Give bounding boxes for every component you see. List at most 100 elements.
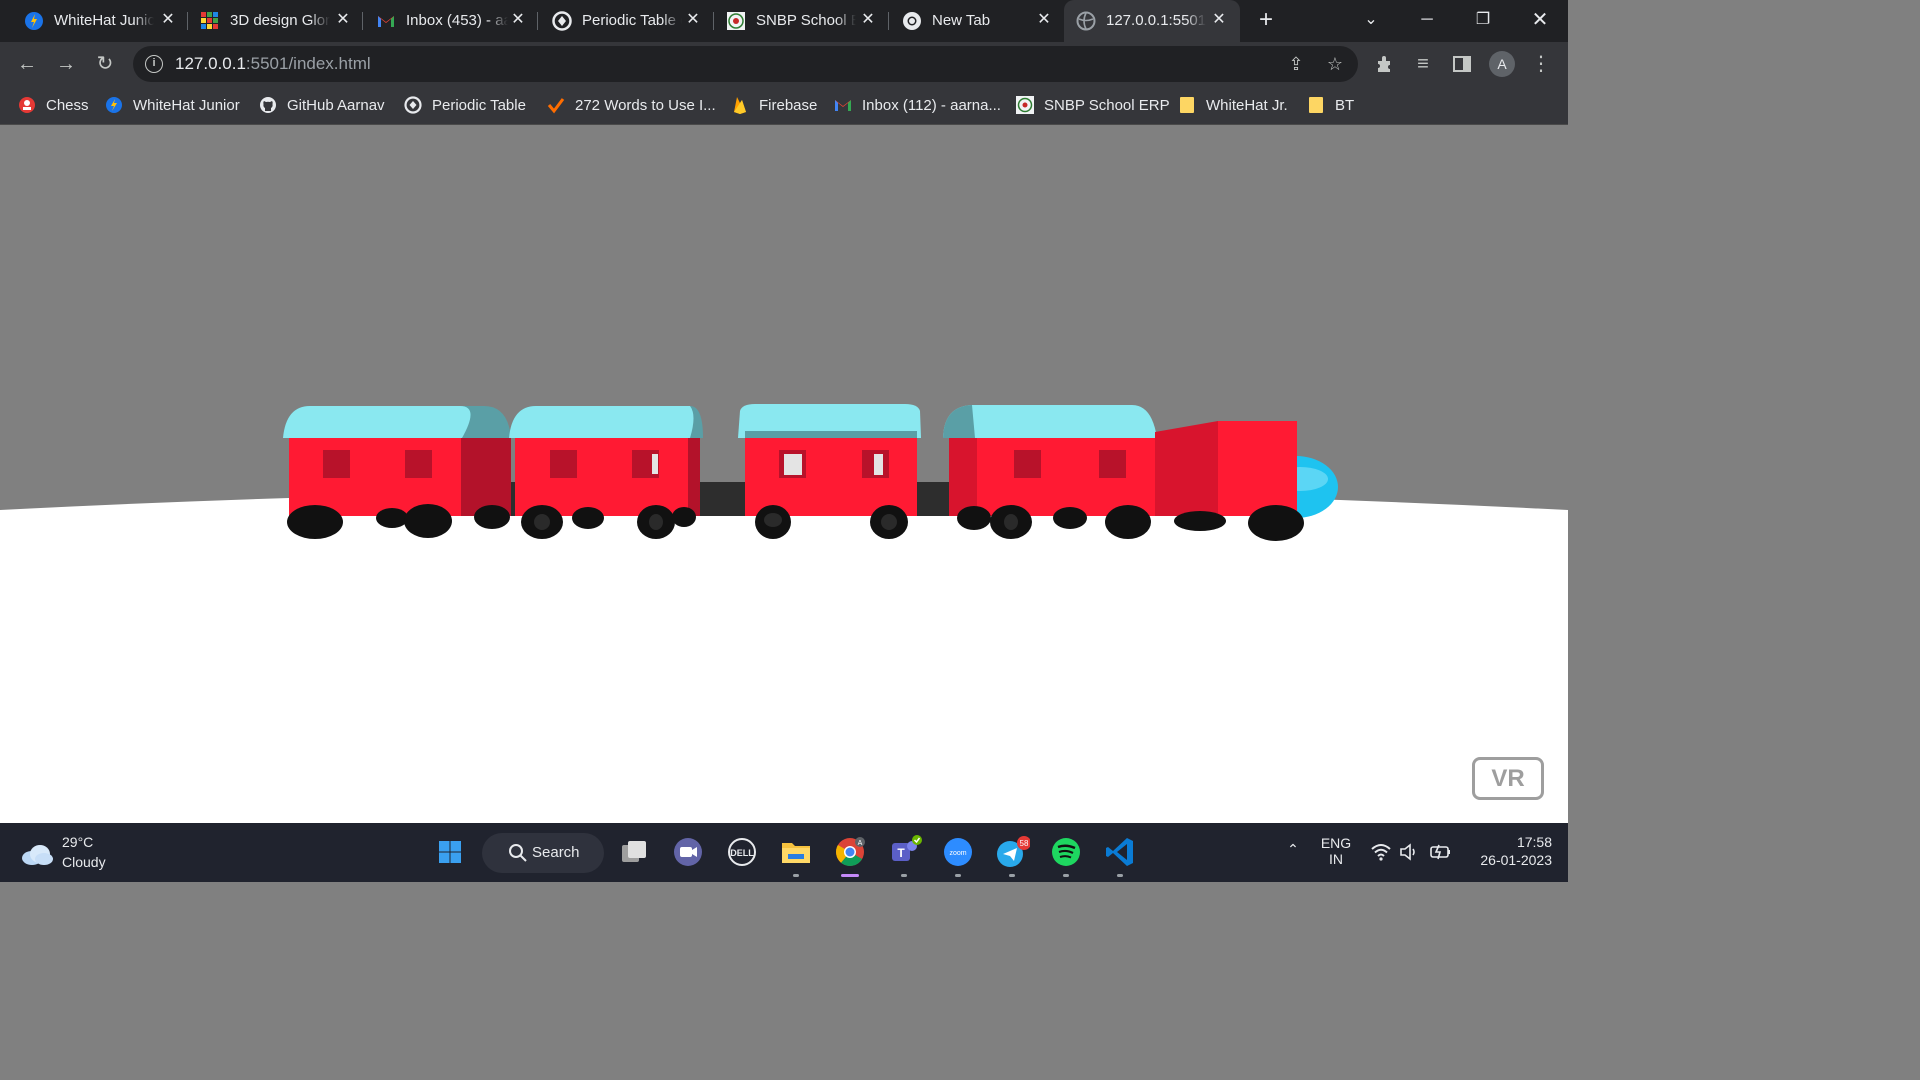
tab-localhost[interactable]: 127.0.0.1:5501/index.html ✕ [1064,0,1240,42]
bookmark-folder-bt[interactable]: BT [1307,94,1354,116]
language-indicator[interactable]: ENG IN [1316,835,1356,867]
folder-icon [1180,97,1194,113]
wheel [1174,511,1226,531]
tab-title: Periodic Table of Elements [582,12,682,29]
tab-snbp[interactable]: SNBP School ERP ✕ [702,0,886,42]
clock[interactable]: 17:58 26-01-2023 [1462,834,1552,868]
close-icon[interactable]: ✕ [1034,10,1054,30]
new-tab-button[interactable]: + [1253,8,1279,34]
browser-toolbar: ← → ↻ i 127.0.0.1:5501/index.html ⇪ ☆ ≡ … [0,42,1568,85]
restore-button[interactable]: ❐ [1468,6,1498,34]
wheel [474,505,510,529]
forward-button[interactable]: → [52,50,80,78]
wheel [376,508,408,528]
close-icon[interactable]: ✕ [1209,10,1229,30]
battery-icon[interactable] [1429,842,1453,862]
webgl-scene[interactable]: VR [0,125,1568,823]
wheel-hub [764,513,782,527]
bookmark-star-icon[interactable]: ☆ [1323,52,1347,76]
car-side [686,438,700,516]
bookmark-chess[interactable]: Chess [18,94,89,116]
spotify-icon[interactable] [1048,834,1084,870]
tab-inbox[interactable]: Inbox (453) - aarnav ✕ [352,0,536,42]
car-body [289,438,461,516]
minimize-button[interactable]: ─ [1412,6,1442,34]
whitehat-icon [25,12,43,30]
tab-title: 3D design Glorious [230,12,330,29]
tinkercad-icon [201,12,218,29]
tray-overflow-icon[interactable]: ⌃ [1282,841,1304,863]
bookmark-folder-whitehat[interactable]: WhiteHat Jr. [1178,94,1288,116]
menu-icon[interactable]: ⋮ [1527,50,1555,78]
globe-icon [1076,11,1096,31]
tab-strip: WhiteHat Junior ✕ 3D design Glorious ✕ I… [0,0,1568,42]
file-explorer-icon[interactable] [778,834,814,870]
bookmark-272-words[interactable]: 272 Words to Use I... [547,94,716,116]
bookmark-firebase[interactable]: Firebase [731,94,817,116]
profile-avatar[interactable]: A [1489,51,1515,77]
teams-icon[interactable]: T [886,834,922,870]
close-icon[interactable]: ✕ [683,10,703,30]
bookmark-github[interactable]: GitHub Aarnav [259,94,385,116]
window-close-button[interactable]: ✕ [1525,6,1555,34]
close-icon[interactable]: ✕ [508,10,528,30]
windows-start-icon[interactable] [432,834,468,870]
media-controls-icon[interactable]: ≡ [1409,50,1437,78]
wheel [1105,505,1151,539]
url-text[interactable]: 127.0.0.1:5501/index.html [175,54,371,74]
chrome-icon[interactable]: A [832,834,868,870]
gmail-icon [835,100,851,111]
volume-icon[interactable] [1399,842,1421,862]
car-roof-side [943,405,975,438]
close-icon[interactable]: ✕ [858,10,878,30]
tab-3d-design[interactable]: 3D design Glorious ✕ [176,0,360,42]
tab-search-icon[interactable]: ⌄ [1356,6,1386,34]
wheel-hub [534,514,550,530]
reload-button[interactable]: ↻ [91,50,119,78]
svg-text:A: A [858,840,863,847]
train-scene [0,404,1568,823]
wheel [404,504,452,538]
snbp-icon [1016,96,1034,114]
wheel [957,506,991,530]
vscode-icon[interactable] [1102,834,1138,870]
tab-periodic-table[interactable]: Periodic Table of Elements ✕ [528,0,712,42]
car-body [515,438,688,516]
tab-title: WhiteHat Junior [54,12,154,29]
bookmark-whitehat[interactable]: WhiteHat Junior [105,94,240,116]
extensions-icon[interactable] [1370,50,1398,78]
tab-title: New Tab [932,12,991,29]
telegram-icon[interactable]: 58 [994,834,1030,870]
teams-chat-icon[interactable] [670,834,706,870]
svg-text:zoom: zoom [949,850,966,857]
wifi-icon[interactable] [1370,842,1392,862]
window-glint [874,454,883,475]
firebase-icon [734,97,746,114]
bookmark-inbox[interactable]: Inbox (112) - aarna... [834,94,1001,116]
tab-new-tab[interactable]: New Tab ✕ [878,0,1062,42]
car-roof [509,406,694,438]
vr-button[interactable]: VR [1472,757,1544,800]
window-glint [784,454,802,475]
address-bar[interactable]: i 127.0.0.1:5501/index.html ⇪ ☆ [133,46,1358,82]
bookmarks-bar: Chess WhiteHat Junior GitHub Aarnav Peri… [0,85,1568,125]
svg-text:T: T [897,846,905,860]
bookmark-snbp[interactable]: SNBP School ERP [1016,94,1170,116]
close-icon[interactable]: ✕ [333,10,353,30]
github-icon [260,97,276,113]
task-view-icon[interactable] [616,834,652,870]
taskbar-search[interactable]: Search [482,833,604,873]
zoom-icon[interactable]: zoom [940,834,976,870]
back-button[interactable]: ← [13,50,41,78]
car-side [459,438,511,516]
tab-whitehat[interactable]: WhiteHat Junior ✕ [0,0,184,42]
dell-icon[interactable]: DELL [724,834,760,870]
site-info-icon[interactable]: i [145,55,163,73]
bookmark-periodic-table[interactable]: Periodic Table [404,94,526,116]
wheel-hub [649,514,663,530]
side-panel-icon[interactable] [1448,50,1476,78]
ground-plane [0,490,1568,823]
whitehat-icon [106,97,122,113]
share-icon[interactable]: ⇪ [1284,52,1308,76]
close-icon[interactable]: ✕ [158,10,178,30]
